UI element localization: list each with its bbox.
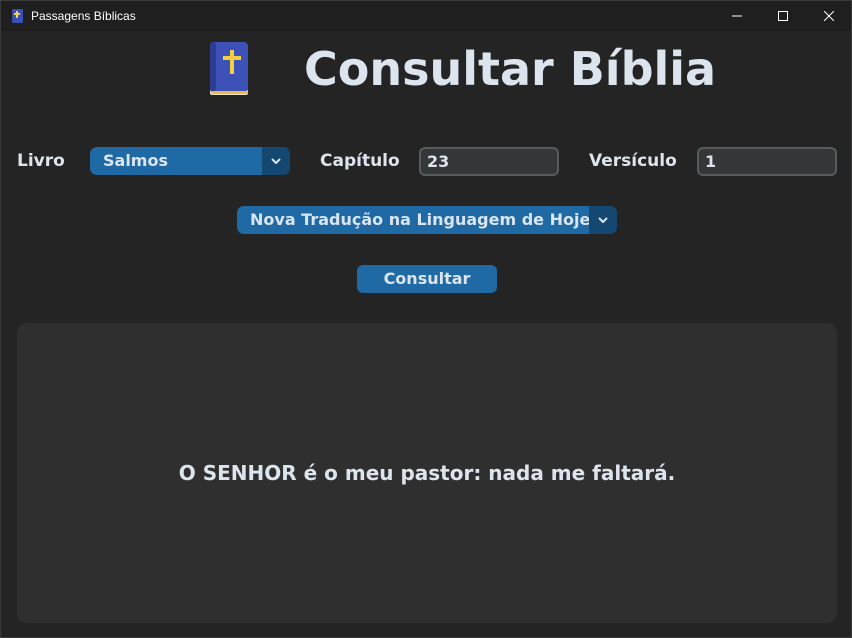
verse-result-text: O SENHOR é o meu pastor: nada me faltará… (178, 461, 676, 485)
close-button[interactable] (806, 1, 852, 31)
bible-book-icon (210, 42, 248, 95)
app-window: Passagens Bíblicas Consultar Bíblia Livr… (0, 0, 852, 638)
verse-input[interactable] (705, 149, 829, 174)
translation-combobox[interactable]: Nova Tradução na Linguagem de Hoje (237, 206, 617, 234)
chapter-input[interactable] (427, 149, 551, 174)
translation-combobox-dropdown[interactable] (589, 206, 617, 234)
consult-button[interactable]: Consultar (357, 265, 497, 293)
book-combobox-value: Salmos (103, 151, 168, 170)
chevron-down-icon (271, 158, 281, 164)
title-bar[interactable]: Passagens Bíblicas (1, 1, 851, 31)
result-panel: O SENHOR é o meu pastor: nada me faltará… (17, 323, 837, 623)
bible-app-icon (12, 9, 23, 23)
minimize-icon (732, 15, 742, 17)
chevron-down-icon (598, 217, 608, 223)
window-title: Passagens Bíblicas (31, 9, 136, 23)
verse-label: Versículo (589, 151, 677, 171)
minimize-button[interactable] (714, 1, 760, 31)
close-icon (824, 11, 834, 21)
verse-field[interactable] (697, 147, 837, 176)
book-label: Livro (17, 151, 65, 171)
maximize-icon (778, 11, 788, 21)
book-combobox[interactable]: Salmos (90, 147, 290, 175)
book-combobox-dropdown[interactable] (262, 147, 290, 175)
chapter-label: Capítulo (320, 151, 400, 171)
translation-combobox-value: Nova Tradução na Linguagem de Hoje (250, 210, 591, 229)
chapter-field[interactable] (419, 147, 559, 176)
page-title: Consultar Bíblia (304, 42, 717, 96)
maximize-button[interactable] (760, 1, 806, 31)
